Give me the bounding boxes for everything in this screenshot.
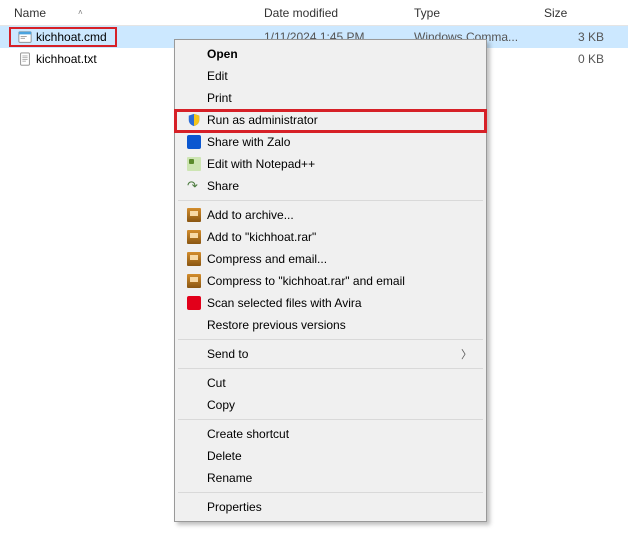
blank-icon [185, 397, 203, 413]
menu-compress-and-email[interactable]: Compress and email... [177, 248, 484, 270]
column-name[interactable]: Name ˄ [14, 0, 264, 25]
column-label-date: Date modified [264, 6, 338, 20]
menu-cut[interactable]: Cut [177, 372, 484, 394]
separator [178, 339, 483, 340]
menu-copy[interactable]: Copy [177, 394, 484, 416]
menu-share[interactable]: Share [177, 175, 484, 197]
blank-icon [185, 317, 203, 333]
column-date[interactable]: Date modified [264, 0, 414, 25]
column-header: Name ˄ Date modified Type Size [0, 0, 628, 26]
menu-add-to-archive[interactable]: Add to archive... [177, 204, 484, 226]
avira-icon [185, 295, 203, 311]
notepadpp-icon [185, 156, 203, 172]
blank-icon [185, 346, 203, 362]
menu-run-as-administrator[interactable]: Run as administrator [177, 109, 484, 131]
file-size: 3 KB [544, 30, 628, 44]
column-type[interactable]: Type [414, 0, 544, 25]
blank-icon [185, 499, 203, 515]
menu-create-shortcut[interactable]: Create shortcut [177, 423, 484, 445]
blank-icon [185, 426, 203, 442]
menu-scan-with-avira[interactable]: Scan selected files with Avira [177, 292, 484, 314]
menu-compress-kichhoat-and-email[interactable]: Compress to "kichhoat.rar" and email [177, 270, 484, 292]
menu-edit-with-notepadpp[interactable]: Edit with Notepad++ [177, 153, 484, 175]
menu-delete[interactable]: Delete [177, 445, 484, 467]
chevron-right-icon: 〉 [461, 346, 472, 362]
sort-caret-icon: ˄ [78, 8, 83, 17]
blank-icon [185, 448, 203, 464]
blank-icon [185, 470, 203, 486]
menu-properties[interactable]: Properties [177, 496, 484, 518]
rar-icon [185, 273, 203, 289]
file-name: kichhoat.txt [36, 52, 97, 66]
separator [178, 368, 483, 369]
menu-print[interactable]: Print [177, 87, 484, 109]
blank-icon [185, 375, 203, 391]
rar-icon [185, 251, 203, 267]
cmd-file-icon [18, 30, 32, 44]
shield-icon [185, 112, 203, 128]
file-name: kichhoat.cmd [36, 30, 107, 44]
separator [178, 492, 483, 493]
rar-icon [185, 229, 203, 245]
menu-share-with-zalo[interactable]: Share with Zalo [177, 131, 484, 153]
file-size: 0 KB [544, 52, 628, 66]
menu-edit[interactable]: Edit [177, 65, 484, 87]
column-label-size: Size [544, 6, 567, 20]
blank-icon [185, 68, 203, 84]
separator [178, 419, 483, 420]
menu-rename[interactable]: Rename [177, 467, 484, 489]
context-menu: Open Edit Print Run as administrator Sha… [174, 39, 487, 522]
column-label-name: Name [14, 6, 46, 20]
share-icon [185, 178, 203, 194]
column-size[interactable]: Size [544, 0, 628, 25]
blank-icon [185, 90, 203, 106]
rar-icon [185, 207, 203, 223]
separator [178, 200, 483, 201]
menu-restore-previous-versions[interactable]: Restore previous versions [177, 314, 484, 336]
menu-add-to-kichhoat-rar[interactable]: Add to "kichhoat.rar" [177, 226, 484, 248]
zalo-icon [185, 134, 203, 150]
column-label-type: Type [414, 6, 440, 20]
menu-send-to[interactable]: Send to 〉 [177, 343, 484, 365]
txt-file-icon [18, 52, 32, 66]
menu-open[interactable]: Open [177, 43, 484, 65]
blank-icon [185, 46, 203, 62]
